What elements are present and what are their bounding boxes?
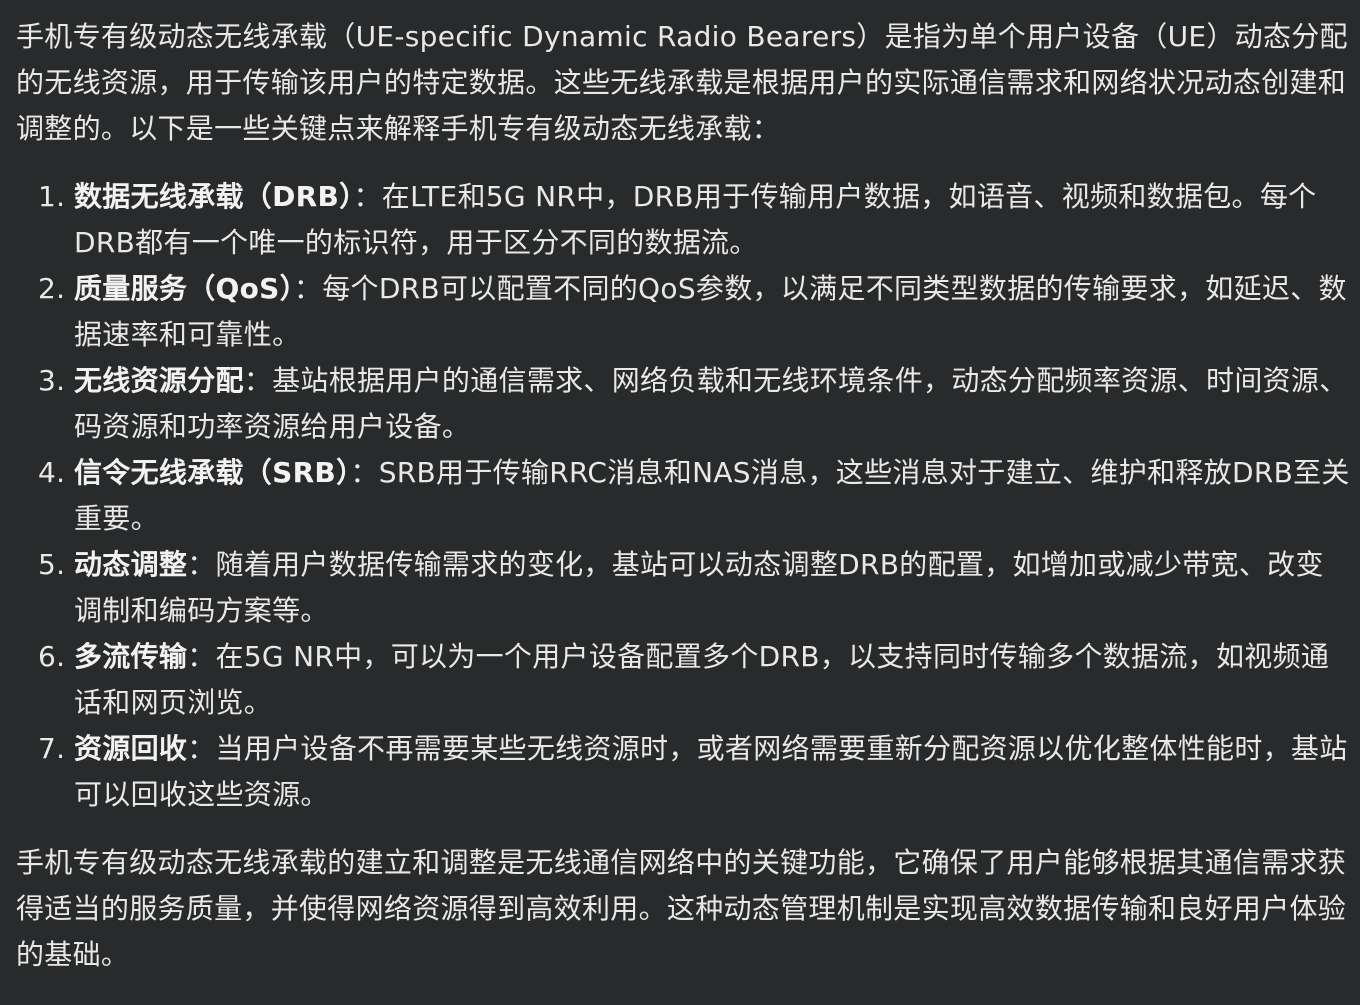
- response-body: 手机专有级动态无线承载（UE-specific Dynamic Radio Be…: [16, 14, 1352, 978]
- list-item: 4. 信令无线承载（SRB）：SRB用于传输RRC消息和NAS消息，这些消息对于建…: [16, 450, 1352, 542]
- list-item-separator: ：: [187, 732, 216, 765]
- list-item-text: 当用户设备不再需要某些无线资源时，或者网络需要重新分配资源以优化整体性能时，基站…: [74, 732, 1348, 811]
- list-item-term: 动态调整: [74, 548, 188, 581]
- list-item-term: 无线资源分配: [74, 364, 244, 397]
- list-item-term: 资源回收: [74, 732, 188, 765]
- list-item: 6. 多流传输：在5G NR中，可以为一个用户设备配置多个DRB，以支持同时传输多…: [16, 634, 1352, 726]
- list-item-text: 在5G NR中，可以为一个用户设备配置多个DRB，以支持同时传输多个数据流，如视…: [74, 640, 1330, 719]
- list-item-number: 4.: [38, 456, 66, 489]
- list-item-term: 数据无线承载（DRB）: [74, 180, 354, 213]
- list-item-term: 质量服务（QoS）: [74, 272, 294, 305]
- conclusion-paragraph: 手机专有级动态无线承载的建立和调整是无线通信网络中的关键功能，它确保了用户能够根…: [16, 846, 1347, 971]
- list-item: 3. 无线资源分配：基站根据用户的通信需求、网络负载和无线环境条件，动态分配频率资…: [16, 358, 1352, 450]
- list-item: 1. 数据无线承载（DRB）：在LTE和5G NR中，DRB用于传输用户数据，如语…: [16, 174, 1352, 266]
- list-item-text: 随着用户数据传输需求的变化，基站可以动态调整DRB的配置，如增加或减少带宽、改变…: [74, 548, 1324, 627]
- list-item-number: 1.: [38, 180, 66, 213]
- intro-paragraph: 手机专有级动态无线承载（UE-specific Dynamic Radio Be…: [16, 20, 1348, 145]
- list-item-separator: ：: [187, 548, 216, 581]
- list-item: 7. 资源回收：当用户设备不再需要某些无线资源时，或者网络需要重新分配资源以优化整…: [16, 726, 1352, 818]
- list-item-separator: ：: [350, 456, 379, 489]
- list-item-number: 2.: [38, 272, 66, 305]
- list-item-number: 7.: [38, 732, 66, 765]
- list-item-term: 信令无线承载（SRB）: [74, 456, 351, 489]
- list-item-separator: ：: [243, 364, 273, 397]
- list-item-separator: ：: [353, 180, 382, 213]
- list-item: 2. 质量服务（QoS）：每个DRB可以配置不同的QoS参数，以满足不同类型数据的…: [16, 266, 1352, 358]
- list-item: 5. 动态调整：随着用户数据传输需求的变化，基站可以动态调整DRB的配置，如增加或…: [16, 542, 1352, 634]
- key-points-list: 1. 数据无线承载（DRB）：在LTE和5G NR中，DRB用于传输用户数据，如语…: [16, 174, 1352, 818]
- list-item-number: 6.: [38, 640, 66, 673]
- list-item-separator: ：: [293, 272, 323, 305]
- list-item-number: 3.: [38, 364, 66, 397]
- list-item-term: 多流传输: [74, 640, 188, 673]
- list-item-number: 5.: [38, 548, 66, 581]
- list-item-separator: ：: [187, 640, 216, 673]
